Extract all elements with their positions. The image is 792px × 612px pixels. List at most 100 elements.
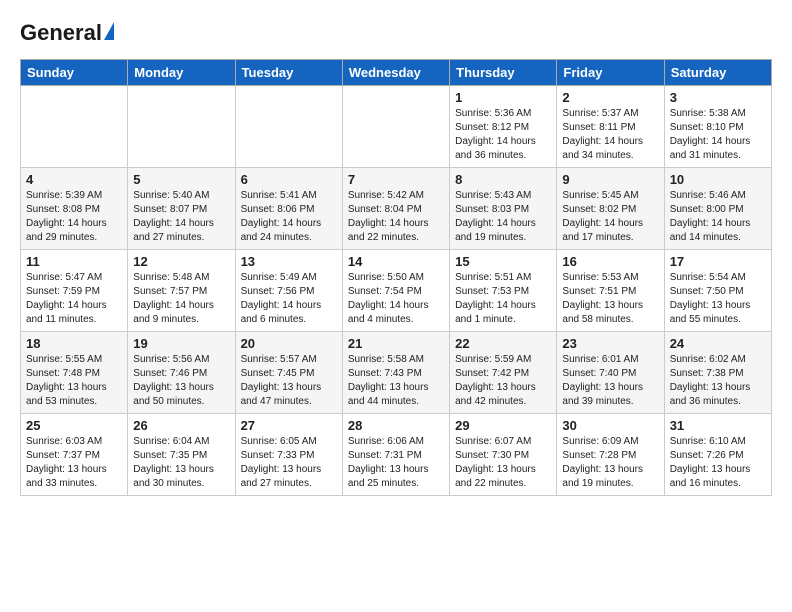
day-number: 23 xyxy=(562,336,658,351)
weekday-sunday: Sunday xyxy=(21,60,128,86)
day-number: 30 xyxy=(562,418,658,433)
day-cell: 29Sunrise: 6:07 AM Sunset: 7:30 PM Dayli… xyxy=(450,414,557,496)
day-number: 7 xyxy=(348,172,444,187)
day-info: Sunrise: 5:58 AM Sunset: 7:43 PM Dayligh… xyxy=(348,353,444,409)
day-cell: 13 Sunrise: 5:49 AM Sunset: 7:56 PM Dayli… xyxy=(235,250,342,332)
weekday-thursday: Thursday xyxy=(450,60,557,86)
day-cell: 9 Sunrise: 5:45 AM Sunset: 8:02 PM Daylig… xyxy=(557,168,664,250)
day-number: 19 xyxy=(133,336,229,351)
day-number: 27 xyxy=(241,418,337,433)
day-cell: 12Sunrise: 5:48 AM Sunset: 7:57 PM Dayli… xyxy=(128,250,235,332)
weekday-wednesday: Wednesday xyxy=(342,60,449,86)
day-cell: 16 Sunrise: 5:53 AM Sunset: 7:51 PM Dayli… xyxy=(557,250,664,332)
day-info: Sunrise: 5:53 AM Sunset: 7:51 PM Dayligh… xyxy=(562,271,658,327)
page: General SundayMondayTuesdayWednesdayThur… xyxy=(0,0,792,516)
day-cell: 14 Sunrise: 5:50 AM Sunset: 7:54 PM Dayli… xyxy=(342,250,449,332)
day-cell: 25 Sunrise: 6:03 AM Sunset: 7:37 PM Dayli… xyxy=(21,414,128,496)
day-cell: 3 Sunrise: 5:38 AM Sunset: 8:10 PM Daylig… xyxy=(664,86,771,168)
day-info: Sunrise: 5:57 AM Sunset: 7:45 PM Dayligh… xyxy=(241,353,337,409)
day-number: 21 xyxy=(348,336,444,351)
day-cell: 6Sunrise: 5:41 AM Sunset: 8:06 PM Daylig… xyxy=(235,168,342,250)
day-cell: 2 Sunrise: 5:37 AM Sunset: 8:11 PM Daylig… xyxy=(557,86,664,168)
day-number: 29 xyxy=(455,418,551,433)
weekday-friday: Friday xyxy=(557,60,664,86)
day-cell: 11Sunrise: 5:47 AM Sunset: 7:59 PM Dayli… xyxy=(21,250,128,332)
day-cell xyxy=(235,86,342,168)
day-number: 12 xyxy=(133,254,229,269)
weekday-saturday: Saturday xyxy=(664,60,771,86)
day-number: 10 xyxy=(670,172,766,187)
day-number: 5 xyxy=(133,172,229,187)
day-info: Sunrise: 5:40 AM Sunset: 8:07 PM Dayligh… xyxy=(133,189,229,245)
day-info: Sunrise: 5:38 AM Sunset: 8:10 PM Dayligh… xyxy=(670,107,766,163)
day-cell: 26 Sunrise: 6:04 AM Sunset: 7:35 PM Dayli… xyxy=(128,414,235,496)
day-info: Sunrise: 5:59 AM Sunset: 7:42 PM Dayligh… xyxy=(455,353,551,409)
week-row-5: 25 Sunrise: 6:03 AM Sunset: 7:37 PM Dayli… xyxy=(21,414,772,496)
day-number: 11 xyxy=(26,254,122,269)
day-cell: 10 Sunrise: 5:46 AM Sunset: 8:00 PM Dayli… xyxy=(664,168,771,250)
day-info: Sunrise: 6:10 AM Sunset: 7:26 PM Dayligh… xyxy=(670,435,766,491)
week-row-4: 18 Sunrise: 5:55 AM Sunset: 7:48 PM Dayli… xyxy=(21,332,772,414)
day-info: Sunrise: 5:46 AM Sunset: 8:00 PM Dayligh… xyxy=(670,189,766,245)
weekday-header-row: SundayMondayTuesdayWednesdayThursdayFrid… xyxy=(21,60,772,86)
week-row-3: 11Sunrise: 5:47 AM Sunset: 7:59 PM Dayli… xyxy=(21,250,772,332)
day-cell: 7Sunrise: 5:42 AM Sunset: 8:04 PM Daylig… xyxy=(342,168,449,250)
day-number: 16 xyxy=(562,254,658,269)
day-number: 8 xyxy=(455,172,551,187)
day-cell: 15Sunrise: 5:51 AM Sunset: 7:53 PM Dayli… xyxy=(450,250,557,332)
day-cell xyxy=(342,86,449,168)
day-number: 28 xyxy=(348,418,444,433)
day-info: Sunrise: 5:39 AM Sunset: 8:08 PM Dayligh… xyxy=(26,189,122,245)
day-info: Sunrise: 5:56 AM Sunset: 7:46 PM Dayligh… xyxy=(133,353,229,409)
logo: General xyxy=(20,20,114,49)
week-row-1: 1Sunrise: 5:36 AM Sunset: 8:12 PM Daylig… xyxy=(21,86,772,168)
day-cell: 18 Sunrise: 5:55 AM Sunset: 7:48 PM Dayli… xyxy=(21,332,128,414)
day-info: Sunrise: 5:37 AM Sunset: 8:11 PM Dayligh… xyxy=(562,107,658,163)
header: General xyxy=(20,20,772,49)
day-cell: 1Sunrise: 5:36 AM Sunset: 8:12 PM Daylig… xyxy=(450,86,557,168)
day-number: 6 xyxy=(241,172,337,187)
weekday-monday: Monday xyxy=(128,60,235,86)
day-number: 20 xyxy=(241,336,337,351)
day-cell: 17 Sunrise: 5:54 AM Sunset: 7:50 PM Dayli… xyxy=(664,250,771,332)
day-cell: 24Sunrise: 6:02 AM Sunset: 7:38 PM Dayli… xyxy=(664,332,771,414)
day-info: Sunrise: 6:04 AM Sunset: 7:35 PM Dayligh… xyxy=(133,435,229,491)
day-number: 2 xyxy=(562,90,658,105)
day-cell: 4 Sunrise: 5:39 AM Sunset: 8:08 PM Daylig… xyxy=(21,168,128,250)
day-info: Sunrise: 6:06 AM Sunset: 7:31 PM Dayligh… xyxy=(348,435,444,491)
day-info: Sunrise: 5:45 AM Sunset: 8:02 PM Dayligh… xyxy=(562,189,658,245)
day-cell: 28 Sunrise: 6:06 AM Sunset: 7:31 PM Dayli… xyxy=(342,414,449,496)
day-number: 4 xyxy=(26,172,122,187)
day-number: 31 xyxy=(670,418,766,433)
calendar-table: SundayMondayTuesdayWednesdayThursdayFrid… xyxy=(20,59,772,496)
day-info: Sunrise: 6:03 AM Sunset: 7:37 PM Dayligh… xyxy=(26,435,122,491)
day-number: 25 xyxy=(26,418,122,433)
day-info: Sunrise: 6:01 AM Sunset: 7:40 PM Dayligh… xyxy=(562,353,658,409)
day-info: Sunrise: 5:36 AM Sunset: 8:12 PM Dayligh… xyxy=(455,107,551,163)
day-cell: 27 Sunrise: 6:05 AM Sunset: 7:33 PM Dayli… xyxy=(235,414,342,496)
day-number: 22 xyxy=(455,336,551,351)
day-number: 9 xyxy=(562,172,658,187)
day-info: Sunrise: 5:50 AM Sunset: 7:54 PM Dayligh… xyxy=(348,271,444,327)
day-cell xyxy=(21,86,128,168)
day-number: 18 xyxy=(26,336,122,351)
day-info: Sunrise: 5:54 AM Sunset: 7:50 PM Dayligh… xyxy=(670,271,766,327)
day-number: 3 xyxy=(670,90,766,105)
day-number: 17 xyxy=(670,254,766,269)
day-number: 26 xyxy=(133,418,229,433)
day-cell: 20 Sunrise: 5:57 AM Sunset: 7:45 PM Dayli… xyxy=(235,332,342,414)
day-cell: 21 Sunrise: 5:58 AM Sunset: 7:43 PM Dayli… xyxy=(342,332,449,414)
day-cell: 19 Sunrise: 5:56 AM Sunset: 7:46 PM Dayli… xyxy=(128,332,235,414)
day-cell: 30 Sunrise: 6:09 AM Sunset: 7:28 PM Dayli… xyxy=(557,414,664,496)
day-info: Sunrise: 6:09 AM Sunset: 7:28 PM Dayligh… xyxy=(562,435,658,491)
day-info: Sunrise: 5:49 AM Sunset: 7:56 PM Dayligh… xyxy=(241,271,337,327)
day-cell: 5 Sunrise: 5:40 AM Sunset: 8:07 PM Daylig… xyxy=(128,168,235,250)
day-info: Sunrise: 6:05 AM Sunset: 7:33 PM Dayligh… xyxy=(241,435,337,491)
day-info: Sunrise: 5:55 AM Sunset: 7:48 PM Dayligh… xyxy=(26,353,122,409)
day-cell: 8Sunrise: 5:43 AM Sunset: 8:03 PM Daylig… xyxy=(450,168,557,250)
weekday-tuesday: Tuesday xyxy=(235,60,342,86)
week-row-2: 4 Sunrise: 5:39 AM Sunset: 8:08 PM Daylig… xyxy=(21,168,772,250)
day-number: 24 xyxy=(670,336,766,351)
day-number: 13 xyxy=(241,254,337,269)
day-number: 14 xyxy=(348,254,444,269)
